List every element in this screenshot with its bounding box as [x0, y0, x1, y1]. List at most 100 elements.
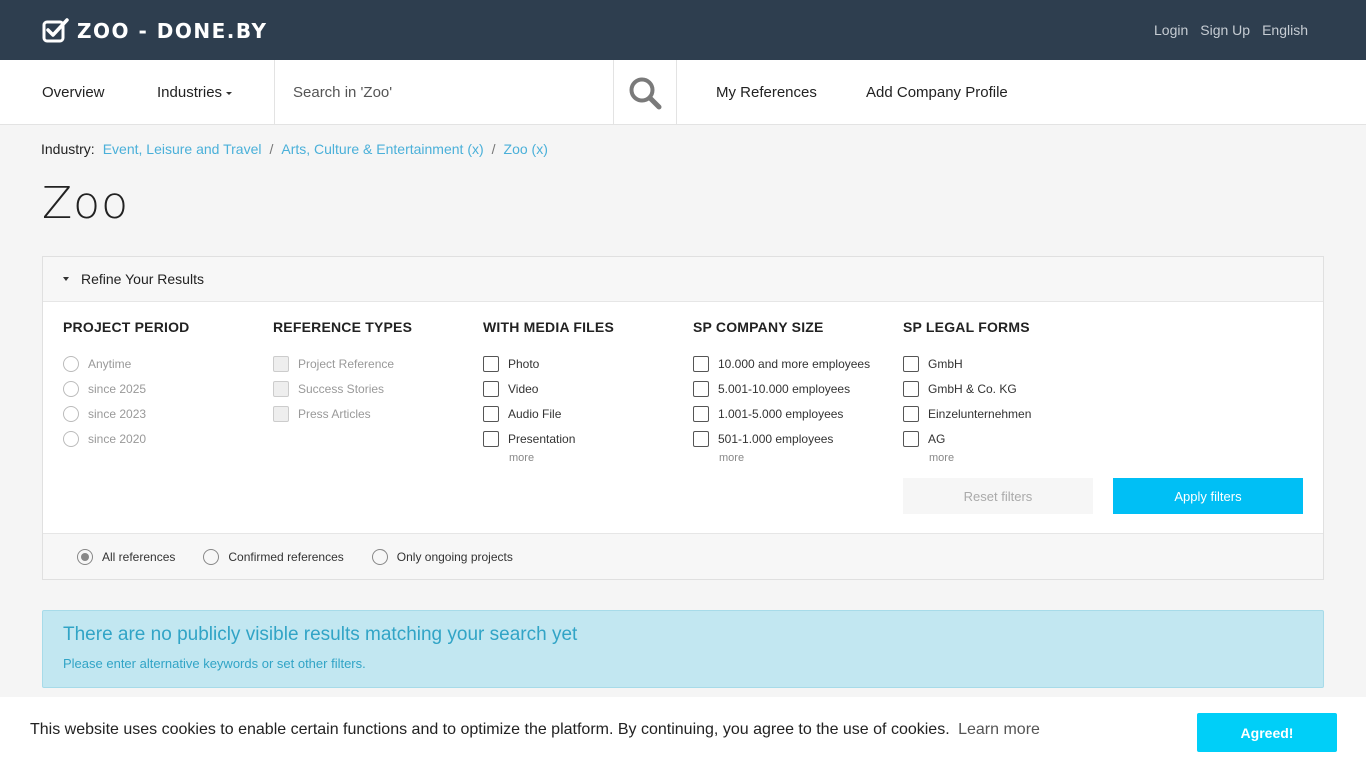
login-link[interactable]: Login	[1154, 22, 1188, 38]
radio-icon	[63, 380, 79, 397]
radio-icon	[63, 355, 79, 372]
scope-option-all[interactable]: All references	[77, 548, 175, 565]
cookie-learn-more-link[interactable]: Learn more	[958, 721, 1040, 738]
search-icon	[629, 77, 662, 109]
cookie-text: This website uses cookies to enable cert…	[30, 721, 950, 738]
nav-my-references[interactable]: My References	[716, 84, 817, 101]
option-label: Press Articles	[298, 406, 371, 421]
reset-filters-button[interactable]: Reset filters	[903, 478, 1093, 514]
filter-media-files: WITH MEDIA FILES Photo Video Audio File …	[483, 319, 683, 464]
filter-company-size: SP COMPANY SIZE 10.000 and more employee…	[693, 319, 893, 464]
size-more-link[interactable]: more	[719, 452, 893, 464]
size-option-501-1000[interactable]: 501-1.000 employees	[693, 426, 893, 451]
size-option-1001-5000[interactable]: 1.001-5.000 employees	[693, 401, 893, 426]
option-label: Success Stories	[298, 381, 385, 396]
filter-title: WITH MEDIA FILES	[483, 319, 615, 335]
checkbox-icon	[903, 355, 919, 372]
main-nav: Overview Industries My References Add Co…	[0, 60, 1366, 125]
scope-option-ongoing[interactable]: Only ongoing projects	[371, 548, 513, 565]
period-option-2020[interactable]: since 2020	[63, 426, 263, 451]
option-label: 1.001-5.000 employees	[718, 406, 844, 421]
site-logo[interactable]: ZOO - DONE.BY	[42, 18, 267, 43]
checkbox-icon	[273, 355, 289, 372]
search-button[interactable]	[614, 60, 677, 125]
legal-more-link[interactable]: more	[929, 452, 1103, 464]
breadcrumb-item-event-leisure[interactable]: Event, Leisure and Travel	[103, 141, 262, 157]
cookie-agree-button[interactable]: Agreed!	[1197, 713, 1337, 752]
checkbox-icon	[903, 430, 919, 447]
header-links: Login Sign Up English	[1154, 22, 1308, 38]
legal-option-ag[interactable]: AG	[903, 426, 1103, 451]
signup-link[interactable]: Sign Up	[1200, 22, 1250, 38]
apply-filters-button[interactable]: Apply filters	[1113, 478, 1303, 514]
search-input[interactable]	[275, 60, 613, 125]
alert-title: There are no publicly visible results ma…	[63, 624, 578, 645]
logo-text: ZOO - DONE.BY	[77, 18, 268, 43]
filter-title: REFERENCE TYPES	[273, 319, 413, 335]
breadcrumb-item-arts-culture[interactable]: Arts, Culture & Entertainment (x)	[281, 141, 483, 157]
option-label: Confirmed references	[228, 549, 344, 564]
top-header: ZOO - DONE.BY Login Sign Up English	[0, 0, 1366, 60]
checkbox-logo-icon	[42, 18, 69, 43]
media-option-presentation[interactable]: Presentation	[483, 426, 683, 451]
filter-reference-types: REFERENCE TYPES Project Reference Succes…	[273, 319, 473, 426]
chevron-down-icon	[63, 277, 69, 281]
option-label: Audio File	[508, 406, 562, 421]
checkbox-icon	[903, 380, 919, 397]
reftype-option-press-articles[interactable]: Press Articles	[273, 401, 473, 426]
reftype-option-success-stories[interactable]: Success Stories	[273, 376, 473, 401]
checkbox-icon	[483, 355, 499, 372]
checkbox-icon	[273, 405, 289, 422]
reftype-option-project-reference[interactable]: Project Reference	[273, 351, 473, 376]
language-link[interactable]: English	[1262, 22, 1308, 38]
filter-title: SP LEGAL FORMS	[903, 319, 1030, 335]
caret-down-icon	[226, 91, 233, 95]
refine-toggle[interactable]: Refine Your Results	[43, 257, 1323, 302]
nav-industries-dropdown[interactable]: Industries	[157, 84, 233, 101]
checkbox-icon	[483, 405, 499, 422]
cookie-message: This website uses cookies to enable cert…	[30, 721, 1040, 739]
radio-selected-icon	[77, 548, 93, 565]
refine-title: Refine Your Results	[81, 271, 204, 287]
page-title: Zoo	[42, 178, 129, 229]
legal-option-gmbh[interactable]: GmbH	[903, 351, 1103, 376]
radio-icon	[63, 430, 79, 447]
media-option-video[interactable]: Video	[483, 376, 683, 401]
option-label: 10.000 and more employees	[718, 356, 871, 371]
size-option-10000-plus[interactable]: 10.000 and more employees	[693, 351, 893, 376]
filter-title: SP COMPANY SIZE	[693, 319, 824, 335]
option-label: 501-1.000 employees	[718, 431, 834, 446]
option-label: since 2023	[88, 406, 147, 421]
option-label: Einzelunternehmen	[928, 406, 1032, 421]
period-option-2025[interactable]: since 2025	[63, 376, 263, 401]
checkbox-icon	[693, 405, 709, 422]
media-more-link[interactable]: more	[509, 452, 683, 464]
scope-option-confirmed[interactable]: Confirmed references	[203, 548, 344, 565]
nav-add-company-profile[interactable]: Add Company Profile	[866, 84, 1008, 101]
alert-text: Please enter alternative keywords or set…	[63, 656, 366, 671]
option-label: since 2020	[88, 431, 147, 446]
breadcrumb-item-zoo[interactable]: Zoo (x)	[504, 141, 548, 157]
breadcrumb-prefix: Industry:	[41, 141, 95, 157]
legal-option-gmbh-co-kg[interactable]: GmbH & Co. KG	[903, 376, 1103, 401]
radio-icon	[203, 548, 220, 565]
option-label: Video	[508, 381, 539, 396]
checkbox-icon	[903, 405, 919, 422]
nav-overview[interactable]: Overview	[42, 84, 105, 101]
filter-project-period: PROJECT PERIOD Anytime since 2025 since …	[63, 319, 263, 451]
media-option-audio[interactable]: Audio File	[483, 401, 683, 426]
option-label: since 2025	[88, 381, 147, 396]
period-option-anytime[interactable]: Anytime	[63, 351, 263, 376]
filter-title: PROJECT PERIOD	[63, 319, 190, 335]
option-label: GmbH & Co. KG	[928, 381, 1017, 396]
legal-option-einzelunternehmen[interactable]: Einzelunternehmen	[903, 401, 1103, 426]
checkbox-icon	[693, 355, 709, 372]
refine-panel: Refine Your Results PROJECT PERIOD Anyti…	[42, 256, 1324, 580]
cookie-banner: This website uses cookies to enable cert…	[0, 697, 1366, 768]
checkbox-icon	[483, 430, 499, 447]
size-option-5001-10000[interactable]: 5.001-10.000 employees	[693, 376, 893, 401]
option-label: Photo	[508, 356, 540, 371]
period-option-2023[interactable]: since 2023	[63, 401, 263, 426]
media-option-photo[interactable]: Photo	[483, 351, 683, 376]
option-label: AG	[928, 431, 946, 446]
